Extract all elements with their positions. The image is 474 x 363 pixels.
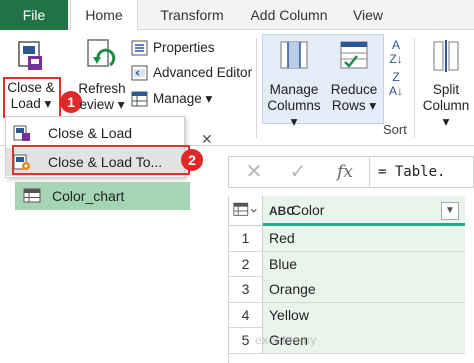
manage-columns-button[interactable]: Manage Columns ▾ [265,36,323,129]
table-row: 4 Yellow [229,302,465,328]
split-column-button[interactable]: Split Column ▾ [418,36,474,129]
chevron-down-icon: ▾ [201,91,213,106]
split-column-icon [433,40,459,72]
advanced-editor-label: Advanced Editor [153,65,253,80]
close-load-highlight [3,77,61,118]
properties-icon [131,40,148,56]
table-icon [233,202,257,216]
table-row: 3 Orange [229,277,465,303]
sort-group-label: Sort [383,122,407,137]
column-header-color[interactable]: ABC Color ▼ [263,196,465,226]
reduce-rows-icon [340,41,368,69]
chevron-down-icon: ▾ [442,114,450,129]
formula-input[interactable]: = Table. [369,157,474,187]
table-row: 1 Red [229,226,465,252]
refresh-label-2: eview [79,97,114,112]
table-menu-button[interactable] [229,196,263,226]
confirm-formula-icon[interactable]: ✓ [281,157,315,187]
formula-bar: ✕ ✓ fx = Table. [228,156,474,188]
close-load-icon [13,125,30,141]
manage-columns-icon [280,41,308,69]
manage-button[interactable]: Manage ▾ [131,88,221,110]
query-color-chart[interactable]: Color_chart [15,182,190,210]
cancel-formula-icon[interactable]: ✕ [237,157,271,187]
insert-function-icon[interactable]: fx [325,157,365,187]
filter-dropdown-icon[interactable]: ▼ [441,202,459,220]
close-load-icon [18,41,42,70]
refresh-icon [87,39,116,67]
row-number: 3 [229,277,263,302]
tab-home[interactable]: Home [70,0,138,31]
table-cell[interactable]: Blue [263,251,465,277]
menu-item-label: Close & Load [48,125,133,141]
chevron-down-icon: ▾ [365,98,377,113]
step-badge-2: 2 [181,149,203,171]
tab-transform[interactable]: Transform [150,0,234,30]
table-cell[interactable]: Yellow [263,302,465,328]
ribbon-separator [414,38,415,138]
sort-descending-icon[interactable]: Z A↓ [388,70,404,130]
row-number: 2 [229,251,263,277]
table-header: ABC Color ▼ [229,196,465,226]
properties-button[interactable]: Properties [131,37,251,59]
table-icon [131,91,148,107]
reduce-rows-label: Reduce [330,82,378,97]
reduce-rows-label-2: Rows [331,98,366,113]
row-number: 1 [229,226,263,251]
properties-label: Properties [153,40,215,55]
column-name: Color [291,202,325,218]
chevron-down-icon: ▾ [290,114,298,129]
advanced-editor-icon [131,65,148,81]
row-number: 4 [229,302,263,328]
ribbon-tab-bar: File Home Transform Add Column View [0,0,474,31]
query-name: Color_chart [52,188,125,204]
manage-label: Manage [153,91,202,106]
ribbon-separator [256,38,257,138]
close-icon[interactable]: ✕ [201,131,213,148]
table-icon [23,188,41,203]
tab-file[interactable]: File [0,0,68,30]
reduce-rows-button[interactable]: Reduce Rows ▾ [325,36,383,120]
close-load-to-highlight [12,145,190,175]
manage-columns-label: Manage [269,82,319,97]
chevron-down-icon: ▾ [113,97,125,112]
table-cell[interactable]: Orange [263,277,465,302]
refresh-preview-button[interactable]: Refresh eview ▾ [72,36,132,120]
watermark: exceldemy [255,333,317,347]
queries-pane: Color_chart [0,146,225,363]
table-cell[interactable]: Red [263,226,465,251]
tab-add-column[interactable]: Add Column [244,0,334,30]
menu-item-close-load[interactable]: Close & Load [6,119,184,147]
tab-view[interactable]: View [346,0,390,30]
split-column-label-2: Column [422,98,470,113]
advanced-editor-button[interactable]: Advanced Editor [131,62,257,84]
table-row: 2 Blue [229,251,465,277]
manage-columns-label-2: Columns [267,98,321,113]
split-column-label: Split [432,82,460,97]
refresh-label: Refresh [78,81,126,96]
